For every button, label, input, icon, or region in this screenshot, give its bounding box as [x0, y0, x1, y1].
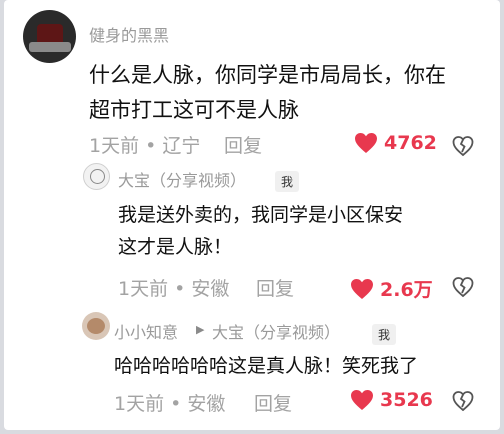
reply-button[interactable]: 回复: [256, 274, 294, 301]
heart-icon: [351, 390, 373, 410]
author-tag: 我: [372, 324, 397, 345]
comment-text-line: 什么是人脉，你同学是市局局长，你在: [89, 63, 446, 87]
comment-author[interactable]: 健身的黑黑: [89, 22, 169, 46]
broken-heart-icon[interactable]: [452, 276, 474, 298]
heart-icon: [355, 133, 377, 153]
comment-text-line: 超市打工这可不是人脉: [89, 98, 299, 122]
like-count: 3526: [380, 389, 433, 411]
broken-heart-icon[interactable]: [452, 135, 474, 157]
reply-button[interactable]: 回复: [254, 389, 292, 416]
comment-list: 健身的黑黑 什么是人脉，你同学是市局局长，你在 超市打工这可不是人脉 1天前 •…: [4, 0, 500, 430]
comment-text-line: 这才是人脉！: [118, 236, 233, 258]
comment-time-location: 1天前 • 辽宁: [89, 135, 201, 157]
like-count: 2.6万: [380, 279, 433, 301]
play-arrow-icon: ▶: [196, 323, 205, 336]
reply-to-author[interactable]: 大宝（分享视频）: [212, 319, 340, 343]
comment-time-location: 1天前 • 安徽: [114, 393, 226, 415]
avatar[interactable]: [23, 10, 76, 63]
like-button[interactable]: 2.6万: [350, 275, 433, 302]
author-tag: 我: [275, 171, 300, 192]
comment-text-line: 我是送外卖的，我同学是小区保安: [118, 204, 404, 226]
avatar[interactable]: [82, 312, 110, 340]
comment-time-location: 1天前 • 安徽: [118, 278, 230, 300]
avatar[interactable]: [83, 163, 110, 190]
comment-text-line: 哈哈哈哈哈哈这是真人脉！笑死我了: [114, 355, 419, 377]
like-button[interactable]: 3526: [350, 389, 433, 411]
heart-icon: [351, 278, 373, 299]
like-count: 4762: [384, 132, 437, 154]
comment-author[interactable]: 大宝（分享视频）: [118, 167, 246, 191]
broken-heart-icon[interactable]: [452, 390, 474, 412]
reply-button[interactable]: 回复: [224, 131, 262, 158]
like-button[interactable]: 4762: [354, 132, 437, 154]
comment-author[interactable]: 小小知意: [114, 319, 178, 343]
